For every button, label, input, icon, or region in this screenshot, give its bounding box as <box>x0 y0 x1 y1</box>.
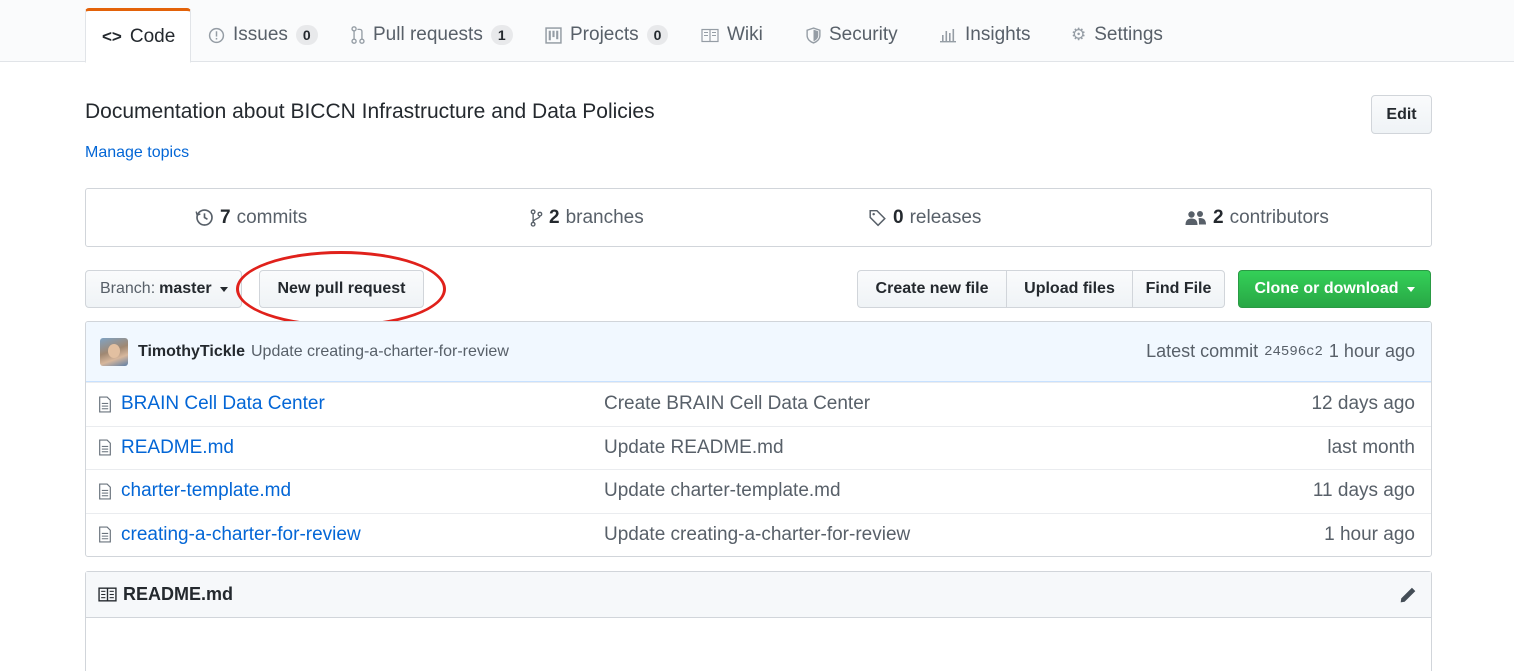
readme-box: README.md <box>85 571 1432 671</box>
annotation-circle <box>236 251 446 327</box>
repo-summary: 7 commits 2 branches 0 releases 2 contri… <box>85 188 1432 247</box>
avatar[interactable] <box>100 337 128 366</box>
issue-icon <box>208 27 225 44</box>
contributors-label: contributors <box>1229 206 1329 228</box>
commit-message-link[interactable]: Update creating-a-charter-for-review <box>251 343 509 361</box>
people-icon <box>1185 210 1207 226</box>
tab-label: Code <box>129 25 176 47</box>
pencil-icon[interactable] <box>1399 586 1417 604</box>
branch-prefix: Branch: <box>100 280 156 297</box>
commits-link[interactable]: 7 commits <box>195 189 307 246</box>
latest-commit-prefix: Latest commit <box>1146 341 1259 361</box>
commit-age: 1 hour ago <box>1328 341 1415 361</box>
gear-icon: ⚙ <box>1071 25 1087 44</box>
file-name-link[interactable]: BRAIN Cell Data Center <box>121 393 604 415</box>
project-icon <box>545 26 562 44</box>
tab-settings[interactable]: ⚙ Settings <box>1055 8 1179 62</box>
branch-icon <box>530 208 543 227</box>
file-age: 1 hour ago <box>1324 523 1415 545</box>
graph-icon <box>939 27 957 43</box>
commits-label: commits <box>236 206 308 228</box>
file-name-link[interactable]: charter-template.md <box>121 480 604 502</box>
book-icon <box>98 587 117 602</box>
table-row: creating-a-charter-for-review Update cre… <box>86 512 1431 557</box>
file-commit-message-link[interactable]: Update README.md <box>604 437 1327 459</box>
tab-label: Projects <box>570 24 639 45</box>
latest-commit-bar: TimothyTickle Update creating-a-charter-… <box>86 322 1431 382</box>
tab-label: Security <box>829 24 898 45</box>
file-age: last month <box>1327 436 1415 458</box>
table-row: README.md Update README.md last month <box>86 425 1431 470</box>
readme-header: README.md <box>86 572 1431 618</box>
shield-icon <box>806 26 821 44</box>
file-age: 12 days ago <box>1311 393 1415 415</box>
repo-description: Documentation about BICCN Infrastructure… <box>85 100 655 123</box>
file-icon <box>98 483 112 500</box>
tab-security[interactable]: Security <box>790 8 914 62</box>
tab-label: Settings <box>1094 24 1163 45</box>
file-icon <box>98 439 112 456</box>
file-name-link[interactable]: README.md <box>121 437 604 459</box>
chevron-down-icon <box>1406 286 1415 292</box>
tab-label: Issues <box>233 24 288 45</box>
file-commit-message-link[interactable]: Create BRAIN Cell Data Center <box>604 393 1311 415</box>
pull-requests-counter: 1 <box>490 25 513 45</box>
manage-topics-link[interactable]: Manage topics <box>85 144 189 162</box>
file-icon <box>98 396 112 413</box>
file-commit-message-link[interactable]: Update creating-a-charter-for-review <box>604 524 1324 546</box>
projects-counter: 0 <box>646 25 669 45</box>
branches-link[interactable]: 2 branches <box>530 189 644 246</box>
code-icon: <> <box>102 26 122 46</box>
book-icon <box>701 28 719 43</box>
file-table: TimothyTickle Update creating-a-charter-… <box>85 321 1432 557</box>
chevron-down-icon <box>219 286 228 292</box>
issues-counter: 0 <box>295 25 318 45</box>
file-icon <box>98 526 112 543</box>
repo-nav: <> Code Issues 0 Pull requests 1 Project… <box>0 0 1514 63</box>
file-commit-message-link[interactable]: Update charter-template.md <box>604 480 1313 502</box>
edit-description-button[interactable]: Edit <box>1371 95 1432 134</box>
create-new-file-button[interactable]: Create new file <box>857 270 1007 308</box>
pull-request-icon <box>351 26 365 44</box>
table-row: BRAIN Cell Data Center Create BRAIN Cell… <box>86 382 1431 426</box>
branch-select-button[interactable]: Branch: master <box>85 270 242 308</box>
clone-or-download-button[interactable]: Clone or download <box>1238 270 1431 308</box>
file-actions-group: Create new file Upload files Find File <box>857 270 1225 308</box>
tab-label: Pull requests <box>373 24 483 45</box>
tag-icon <box>868 209 887 227</box>
releases-label: releases <box>909 206 982 228</box>
releases-link[interactable]: 0 releases <box>868 189 981 246</box>
branches-label: branches <box>565 206 644 228</box>
table-row: charter-template.md Update charter-templ… <box>86 469 1431 513</box>
tab-label: Wiki <box>727 24 763 45</box>
tab-pull-requests[interactable]: Pull requests 1 <box>335 8 529 62</box>
history-icon <box>195 208 214 227</box>
file-age: 11 days ago <box>1312 480 1415 502</box>
commits-count: 7 <box>220 206 231 228</box>
branch-name: master <box>159 280 212 297</box>
contributors-count: 2 <box>1213 206 1224 228</box>
tab-code[interactable]: <> Code <box>85 8 191 63</box>
branches-count: 2 <box>549 206 560 228</box>
tab-projects[interactable]: Projects 0 <box>529 8 684 62</box>
readme-title: README.md <box>123 584 234 604</box>
tab-insights[interactable]: Insights <box>923 8 1046 62</box>
commit-author-link[interactable]: TimothyTickle <box>138 343 245 361</box>
tab-issues[interactable]: Issues 0 <box>192 8 334 62</box>
tab-wiki[interactable]: Wiki <box>685 8 779 62</box>
latest-commit-info: Latest commit 24596c2 1 hour ago <box>1146 341 1415 362</box>
releases-count: 0 <box>893 206 904 228</box>
clone-label: Clone or download <box>1254 280 1399 297</box>
tab-label: Insights <box>965 24 1031 45</box>
contributors-link[interactable]: 2 contributors <box>1185 189 1329 246</box>
file-name-link[interactable]: creating-a-charter-for-review <box>121 524 604 546</box>
find-file-button[interactable]: Find File <box>1132 270 1225 308</box>
commit-sha-link[interactable]: 24596c2 <box>1264 344 1323 360</box>
upload-files-button[interactable]: Upload files <box>1006 270 1133 308</box>
